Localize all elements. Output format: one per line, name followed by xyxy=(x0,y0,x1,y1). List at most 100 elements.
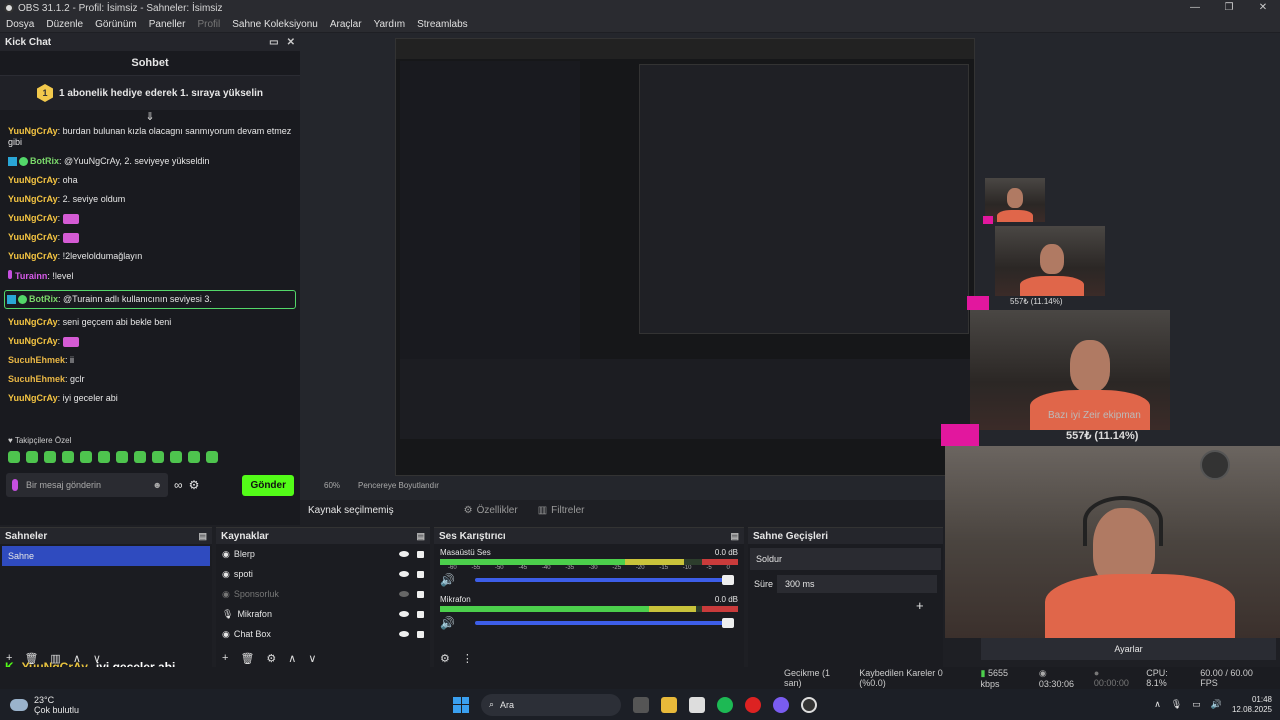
volume-slider[interactable] xyxy=(474,575,734,585)
up-icon[interactable]: ∧ xyxy=(288,652,296,665)
menu-profile[interactable]: Profil xyxy=(191,19,226,30)
transition-select[interactable]: Soldur xyxy=(750,548,941,570)
start-icon[interactable] xyxy=(453,696,469,713)
spotify-icon[interactable] xyxy=(717,696,733,713)
emote-icon xyxy=(152,451,164,463)
scenes-dock: Sahneler ▤ Sahne + 🗑 ▥ ∧ ∨ xyxy=(0,527,212,667)
chat-message: YuuNgCrAy: xyxy=(8,213,292,224)
lock-icon xyxy=(417,550,424,558)
mic-tray-icon[interactable]: 🎙 xyxy=(1171,699,1182,710)
source-item[interactable]: ◉ Sponsorluk xyxy=(216,584,430,604)
speaker-icon[interactable]: 🔊 xyxy=(440,616,455,630)
source-item[interactable]: ◉ Chat Box xyxy=(216,624,430,644)
down-icon[interactable]: ∨ xyxy=(308,652,316,665)
source-item[interactable]: ◉ Blerp xyxy=(216,544,430,564)
no-source-label: Kaynak seçilmemiş xyxy=(308,504,394,516)
search-box[interactable]: ⌕ Ara xyxy=(481,693,621,716)
opera-icon[interactable] xyxy=(745,696,761,713)
menu-view[interactable]: Görünüm xyxy=(89,19,143,30)
transitions-dock: Sahne Geçişleri Soldur Süre 300 ms + xyxy=(748,527,943,667)
settings-button[interactable]: Ayarlar xyxy=(981,638,1276,660)
chat-messages: YuuNgCrAy: burdan bulunan kızla olacagnı… xyxy=(0,124,300,434)
dock-menu-icon[interactable]: ▤ xyxy=(416,531,425,542)
clock[interactable]: 01:48 12.08.2025 xyxy=(1232,695,1272,715)
chat-message: YuuNgCrAy: iyi geceler abi xyxy=(8,393,118,403)
cloud-icon xyxy=(10,698,28,711)
source-item[interactable]: 🎙 Mikrafon xyxy=(216,604,430,624)
window-title: OBS 31.1.2 - Profil: İsimsiz - Sahneler:… xyxy=(18,2,223,14)
menu-help[interactable]: Yardım xyxy=(368,19,412,30)
volume-slider[interactable] xyxy=(474,618,734,628)
send-button[interactable]: Gönder xyxy=(242,474,294,496)
chat-message: YuuNgCrAy: !2leveloldumağlayın xyxy=(8,251,143,261)
promo-text: 1 abonelik hediye ederek 1. sıraya yükse… xyxy=(59,87,263,99)
filters-button[interactable]: ▥ Filtreler xyxy=(538,505,585,516)
discord-icon[interactable] xyxy=(773,696,789,713)
dock-menu-icon[interactable]: ▤ xyxy=(198,531,207,542)
obs-icon[interactable] xyxy=(801,696,817,713)
source-item[interactable]: ◉ spoti xyxy=(216,564,430,584)
maximize-button[interactable]: ❐ xyxy=(1212,0,1246,16)
store-icon[interactable] xyxy=(689,696,705,713)
loop-icon[interactable]: ∞ xyxy=(174,478,183,492)
gear-icon[interactable]: ⚙ xyxy=(266,652,276,665)
gift-sub-banner[interactable]: 1 1 abonelik hediye ederek 1. sıraya yük… xyxy=(0,76,300,110)
taskbar: 23°C Çok bulutlu ⌕ Ara ∧ 🎙 ▭ 🔊 01:48 12.0… xyxy=(0,689,1280,720)
zoom-level[interactable]: 60% xyxy=(324,481,340,490)
zoom-mode[interactable]: Pencereye Boyutlandır xyxy=(358,481,439,490)
preview-canvas[interactable] xyxy=(395,38,975,476)
file-explorer-icon[interactable] xyxy=(661,696,677,713)
emote-icon xyxy=(170,451,182,463)
advanced-audio-icon[interactable]: ⚙ xyxy=(440,652,450,665)
sources-dock: Kaynaklar ▤ ◉ Blerp ◉ spoti ◉ Sponsorluk 🎙 Mi… xyxy=(216,527,430,667)
chat-message: Turainn: !level xyxy=(8,270,292,282)
close-dock-icon[interactable]: ✕ xyxy=(287,37,295,48)
nested-preview xyxy=(639,64,969,334)
menu-tools[interactable]: Araçlar xyxy=(324,19,368,30)
minimize-button[interactable]: — xyxy=(1178,0,1212,16)
webcam-overlay-small xyxy=(985,178,1045,222)
trash-icon[interactable]: 🗑 xyxy=(240,652,254,665)
chat-input[interactable]: Bir mesaj gönderin ☻ xyxy=(6,473,168,497)
bitrate: ▮ 5655 kbps xyxy=(980,667,1008,689)
add-icon[interactable]: + xyxy=(222,652,228,665)
emote-icon xyxy=(62,232,79,243)
nested-obs-titlebar xyxy=(396,39,974,59)
menu-edit[interactable]: Düzenle xyxy=(40,19,89,30)
menu-streamlabs[interactable]: Streamlabs xyxy=(411,19,474,30)
tray-chevron-icon[interactable]: ∧ xyxy=(1154,699,1161,710)
dock-title: Kick Chat xyxy=(5,36,52,48)
menu-docks[interactable]: Paneller xyxy=(143,19,192,30)
chat-message: YuuNgCrAy: burdan bulunan kızla olacagnı… xyxy=(8,126,292,147)
scenes-title: Sahneler xyxy=(5,530,48,542)
emote-bar[interactable] xyxy=(0,447,300,467)
close-button[interactable]: ✕ xyxy=(1246,0,1280,16)
temperature: 23°C xyxy=(34,694,55,705)
emote-icon xyxy=(80,451,92,463)
dock-menu-icon[interactable]: ▤ xyxy=(730,531,739,542)
verified-badge-icon xyxy=(19,157,28,167)
add-transition-icon[interactable]: + xyxy=(916,598,924,613)
properties-button[interactable]: ⚙ Özellikler xyxy=(464,505,518,516)
duration-input[interactable]: 300 ms xyxy=(777,575,937,593)
menu-scene-collection[interactable]: Sahne Koleksiyonu xyxy=(226,19,324,30)
network-icon[interactable]: ▭ xyxy=(1192,699,1201,710)
menu-file[interactable]: Dosya xyxy=(0,19,40,30)
task-view-icon[interactable] xyxy=(633,696,649,713)
visibility-icon xyxy=(399,570,409,577)
mixer-menu-icon[interactable]: ⋮ xyxy=(462,652,473,665)
source-icon: ◉ xyxy=(222,568,230,579)
menu-bar: Dosya Düzenle Görünüm Paneller Profil Sa… xyxy=(0,16,1280,32)
nested-docks xyxy=(400,359,970,439)
emoji-icon[interactable]: ☻ xyxy=(153,480,162,490)
channel-db: 0.0 dB xyxy=(714,548,738,557)
source-icon: ◉ xyxy=(222,548,230,559)
volume-icon[interactable]: 🔊 xyxy=(1211,699,1222,710)
scene-item[interactable]: Sahne xyxy=(2,546,210,566)
weather-widget[interactable]: 23°C Çok bulutlu xyxy=(0,695,79,715)
scroll-down-icon[interactable]: ⇓ xyxy=(0,110,300,124)
emote-icon xyxy=(188,451,200,463)
speaker-icon[interactable]: 🔊 xyxy=(440,573,455,587)
settings-gear-icon[interactable]: ⚙ xyxy=(189,478,200,492)
undock-icon[interactable]: ▭ xyxy=(269,37,278,48)
